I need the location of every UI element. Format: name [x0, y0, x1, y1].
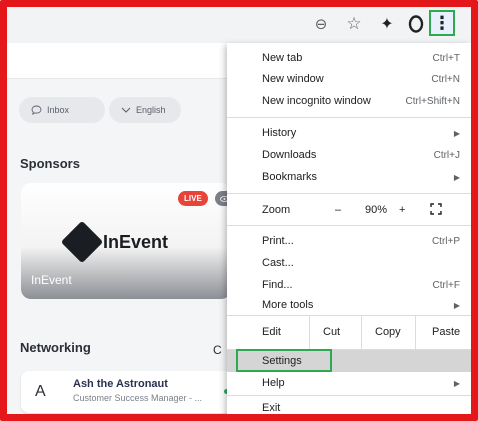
star-icon[interactable]: ☆: [343, 13, 365, 35]
fullscreen-icon[interactable]: [430, 202, 442, 218]
attendee-name: Ash the Astronaut: [73, 378, 168, 390]
menu-item-cast[interactable]: Cast...: [227, 253, 471, 273]
submenu-arrow-icon: ▶: [453, 128, 460, 138]
menu-label: More tools: [262, 299, 314, 311]
menu-shortcut: Ctrl+T: [432, 52, 461, 64]
menu-item-downloads[interactable]: Downloads Ctrl+J: [227, 145, 471, 165]
menu-shortcut: Ctrl+J: [433, 149, 460, 161]
chevron-down-icon: [121, 107, 131, 113]
language-selector[interactable]: English: [109, 97, 181, 123]
menu-item-new-window[interactable]: New window Ctrl+N: [227, 69, 471, 89]
language-label: English: [136, 105, 166, 115]
menu-item-exit[interactable]: Exit: [227, 398, 471, 414]
inevent-logo-mark: [60, 220, 104, 264]
menu-label: Edit: [262, 326, 281, 338]
paste-button[interactable]: Paste: [432, 326, 460, 338]
menu-separator: [227, 315, 471, 316]
chat-bubble-icon: [31, 105, 42, 115]
inbox-label: Inbox: [47, 105, 70, 115]
settings-highlight-box: [236, 349, 332, 372]
menu-separator: [227, 117, 471, 118]
menu-item-zoom: Zoom – 90% +: [227, 200, 471, 220]
menu-label: New tab: [262, 52, 303, 64]
menu-item-bookmarks[interactable]: Bookmarks ▶: [227, 167, 471, 187]
menu-label: New incognito window: [262, 95, 371, 107]
menu-item-find[interactable]: Find... Ctrl+F: [227, 275, 471, 295]
menu-item-help[interactable]: Help ▶: [227, 373, 471, 393]
zoom-minus-button[interactable]: –: [335, 204, 341, 216]
edit-divider: [415, 315, 416, 349]
truncated-heading: C: [213, 343, 222, 357]
networking-card[interactable]: A Ash the Astronaut Customer Success Man…: [21, 371, 235, 413]
submenu-arrow-icon: ▶: [453, 172, 460, 182]
menu-separator: [227, 225, 471, 226]
menu-label: Cast...: [262, 257, 294, 269]
networking-heading: Networking: [20, 340, 91, 355]
menu-item-more-tools[interactable]: More tools ▶: [227, 295, 471, 315]
sponsors-heading: Sponsors: [20, 156, 80, 171]
sponsor-name: InEvent: [31, 273, 72, 287]
zoom-out-icon[interactable]: ⊖: [310, 13, 332, 35]
menu-separator: [227, 395, 471, 396]
submenu-arrow-icon: ▶: [453, 378, 460, 388]
menu-item-edit: Edit Cut Copy Paste: [227, 322, 471, 342]
menu-item-new-incognito[interactable]: New incognito window Ctrl+Shift+N: [227, 91, 471, 111]
cut-button[interactable]: Cut: [323, 326, 340, 338]
menu-label: Bookmarks: [262, 171, 318, 183]
logo-text: InEvent: [103, 231, 169, 252]
edit-divider: [361, 315, 362, 349]
extensions-icon[interactable]: ✦: [376, 13, 398, 35]
browser-toolbar: ⊖ ☆ ✦ ⋮: [7, 7, 471, 43]
menu-shortcut: Ctrl+P: [431, 235, 460, 247]
menu-shortcut: Ctrl+F: [432, 279, 461, 291]
menu-label: New window: [262, 73, 324, 85]
zoom-level: 90%: [365, 204, 388, 216]
profile-icon[interactable]: [405, 13, 427, 35]
menu-label: Find...: [262, 279, 293, 291]
sponsor-card[interactable]: InEvent InEvent LIVE 0: [21, 183, 231, 299]
attendee-subtitle: Customer Success Manager - ...: [73, 393, 203, 403]
menu-item-new-tab[interactable]: New tab Ctrl+T: [227, 48, 471, 68]
kebab-menu-icon[interactable]: ⋮: [429, 10, 455, 36]
live-badge: LIVE: [178, 191, 208, 206]
menu-item-print[interactable]: Print... Ctrl+P: [227, 231, 471, 251]
edit-divider: [309, 315, 310, 349]
submenu-arrow-icon: ▶: [453, 300, 460, 310]
inbox-button[interactable]: Inbox: [19, 97, 105, 123]
screenshot-frame: ⊖ ☆ ✦ ⋮ Inbox English Sponsors InEvent I…: [0, 0, 478, 421]
browser-menu: New tab Ctrl+T New window Ctrl+N New inc…: [227, 43, 471, 414]
inevent-logo: InEvent: [60, 220, 169, 264]
menu-label: Help: [262, 377, 285, 389]
menu-item-history[interactable]: History ▶: [227, 123, 471, 143]
menu-label: Print...: [262, 235, 294, 247]
menu-separator: [227, 193, 471, 194]
menu-label: Zoom: [262, 204, 291, 216]
zoom-plus-button[interactable]: +: [399, 204, 405, 216]
copy-button[interactable]: Copy: [375, 326, 401, 338]
menu-label: Exit: [262, 402, 281, 414]
avatar: A: [35, 383, 46, 400]
menu-shortcut: Ctrl+N: [431, 73, 460, 85]
menu-label: History: [262, 127, 297, 139]
menu-label: Downloads: [262, 149, 317, 161]
menu-shortcut: Ctrl+Shift+N: [405, 95, 460, 107]
